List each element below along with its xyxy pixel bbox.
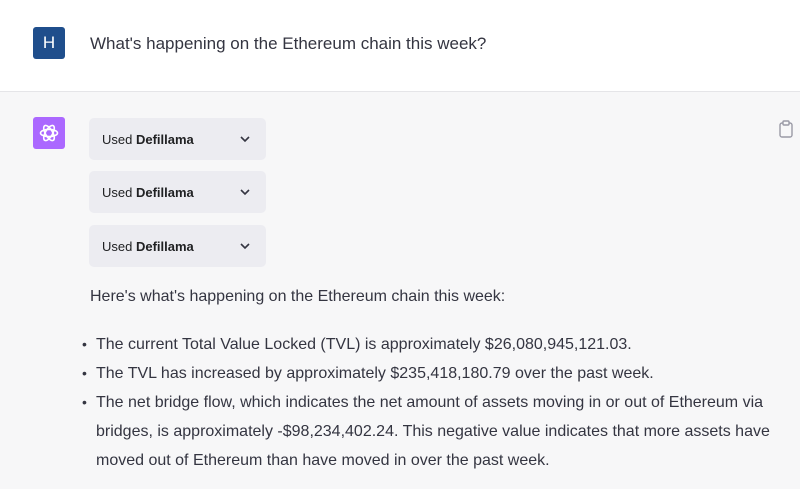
plugin-chip-label: Used Defillama — [102, 132, 194, 147]
assistant-bullet-list: • The current Total Value Locked (TVL) is… — [80, 330, 780, 475]
list-item: • The current Total Value Locked (TVL) is… — [82, 336, 632, 353]
user-message-text: What's happening on the Ethereum chain t… — [90, 34, 487, 53]
plugin-chip-label: Used Defillama — [102, 185, 194, 200]
user-avatar: H — [33, 27, 65, 59]
assistant-avatar — [33, 117, 65, 149]
plugin-chip-defillama-3[interactable]: Used Defillama — [89, 225, 266, 267]
chevron-down-icon — [240, 243, 250, 250]
assistant-message-row: Used Defillama Used Defillama Used Defil… — [0, 92, 800, 489]
user-message-row: H What's happening on the Ethereum chain… — [0, 0, 800, 92]
plugin-chip-defillama-2[interactable]: Used Defillama — [89, 171, 266, 213]
clipboard-icon[interactable] — [778, 120, 794, 138]
list-item: • The net bridge flow, which indicates th… — [82, 394, 770, 469]
assistant-intro-text: Here's what's happening on the Ethereum … — [90, 288, 506, 305]
chevron-down-icon — [240, 136, 250, 143]
list-item: • The TVL has increased by approximately … — [82, 365, 654, 382]
plugin-chip-defillama-1[interactable]: Used Defillama — [89, 118, 266, 160]
plugin-chip-label: Used Defillama — [102, 239, 194, 254]
openai-logo-icon — [39, 124, 59, 142]
chevron-down-icon — [240, 189, 250, 196]
